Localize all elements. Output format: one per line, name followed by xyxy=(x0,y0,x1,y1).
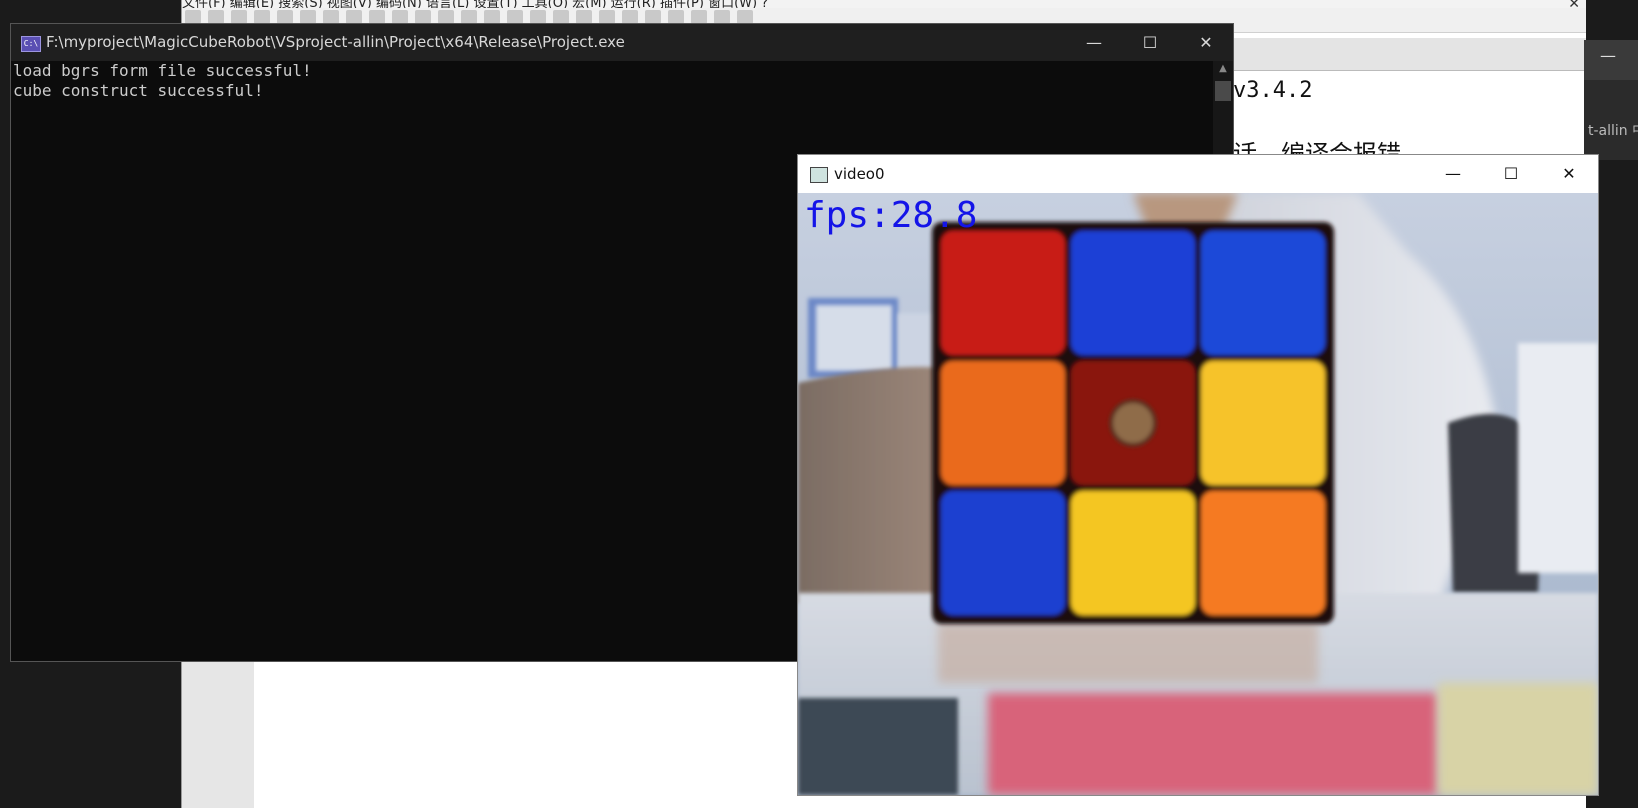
zoom-out-icon[interactable] xyxy=(507,10,523,24)
replace-icon[interactable] xyxy=(461,10,477,24)
minimize-icon[interactable]: — xyxy=(1600,46,1616,65)
cut-icon[interactable] xyxy=(323,10,339,24)
save-macro-icon[interactable] xyxy=(737,10,753,24)
undo-icon[interactable] xyxy=(392,10,408,24)
camera-frame: fps:28.8 xyxy=(798,193,1598,795)
console-line: load bgrs form file successful! xyxy=(13,61,312,80)
close-file-icon[interactable] xyxy=(277,10,293,24)
editor-text-line[interactable]: v3.4.2 xyxy=(1233,78,1312,103)
video-window: video0 — ☐ ✕ fps:28.8 xyxy=(797,154,1599,796)
video-titlebar[interactable]: video0 — ☐ ✕ xyxy=(798,155,1598,193)
fps-overlay: fps:28.8 xyxy=(804,195,978,236)
cube-sticker xyxy=(941,231,1065,355)
cube-sticker xyxy=(1071,231,1195,355)
cube-sticker xyxy=(1201,361,1325,485)
video-window-title: video0 xyxy=(834,165,885,183)
indent-guide-icon[interactable] xyxy=(622,10,638,24)
cube-sticker xyxy=(941,491,1065,615)
open-file-icon[interactable] xyxy=(208,10,224,24)
editor-text-line[interactable]: 话，编译会报错 xyxy=(1233,134,1401,156)
rubiks-cube xyxy=(932,222,1334,624)
scrollbar-thumb[interactable] xyxy=(1215,81,1231,101)
background-window-tab-label[interactable]: t-allin 中 xyxy=(1588,120,1638,140)
cube-sticker xyxy=(1071,491,1195,615)
stop-macro-icon[interactable] xyxy=(668,10,684,24)
minimize-button[interactable]: — xyxy=(1424,155,1482,193)
cube-center-cap xyxy=(1109,399,1157,447)
new-file-icon[interactable] xyxy=(185,10,201,24)
scroll-up-icon[interactable]: ▲ xyxy=(1213,61,1233,77)
find-icon[interactable] xyxy=(438,10,454,24)
print-icon[interactable] xyxy=(300,10,316,24)
maximize-button[interactable]: ☐ xyxy=(1482,155,1540,193)
all-chars-icon[interactable] xyxy=(599,10,615,24)
red-reflection xyxy=(988,693,1438,795)
video-app-icon xyxy=(810,167,828,183)
console-line: cube construct successful! xyxy=(13,81,264,100)
cube-reflection xyxy=(938,623,1318,683)
notice-paper xyxy=(816,305,892,371)
background-window-edge: — t-allin 中 xyxy=(1584,40,1638,160)
paste-icon[interactable] xyxy=(369,10,385,24)
wrap-icon[interactable] xyxy=(576,10,592,24)
console-window-title: F:\myproject\MagicCubeRobot\VSproject-al… xyxy=(46,33,625,51)
maximize-button[interactable]: ☐ xyxy=(1127,24,1173,61)
save-all-icon[interactable] xyxy=(254,10,270,24)
cube-sticker xyxy=(1201,491,1325,615)
background-window-titlebar: — xyxy=(1584,40,1638,80)
camera-scene xyxy=(798,193,1598,795)
close-button[interactable]: ✕ xyxy=(1183,24,1229,61)
cube-sticker xyxy=(941,361,1065,485)
console-app-icon: C:\ xyxy=(21,36,41,52)
play-macro-icon[interactable] xyxy=(691,10,707,24)
run-macro-icon[interactable] xyxy=(714,10,730,24)
dark-reflection xyxy=(798,698,958,795)
zoom-in-icon[interactable] xyxy=(484,10,500,24)
record-macro-icon[interactable] xyxy=(645,10,661,24)
save-icon[interactable] xyxy=(231,10,247,24)
redo-icon[interactable] xyxy=(415,10,431,24)
copy-icon[interactable] xyxy=(346,10,362,24)
minimize-button[interactable]: — xyxy=(1071,24,1117,61)
console-titlebar[interactable]: C:\ F:\myproject\MagicCubeRobot\VSprojec… xyxy=(11,24,1233,61)
sync-v-icon[interactable] xyxy=(530,10,546,24)
white-cabinet xyxy=(1518,343,1598,573)
close-button[interactable]: ✕ xyxy=(1540,155,1598,193)
editor-menubar[interactable]: 文件(F) 编辑(E) 搜索(S) 视图(V) 编码(N) 语言(L) 设置(T… xyxy=(182,0,1586,8)
yellow-reflection xyxy=(1438,683,1598,795)
cube-sticker xyxy=(1201,231,1325,355)
sync-h-icon[interactable] xyxy=(553,10,569,24)
